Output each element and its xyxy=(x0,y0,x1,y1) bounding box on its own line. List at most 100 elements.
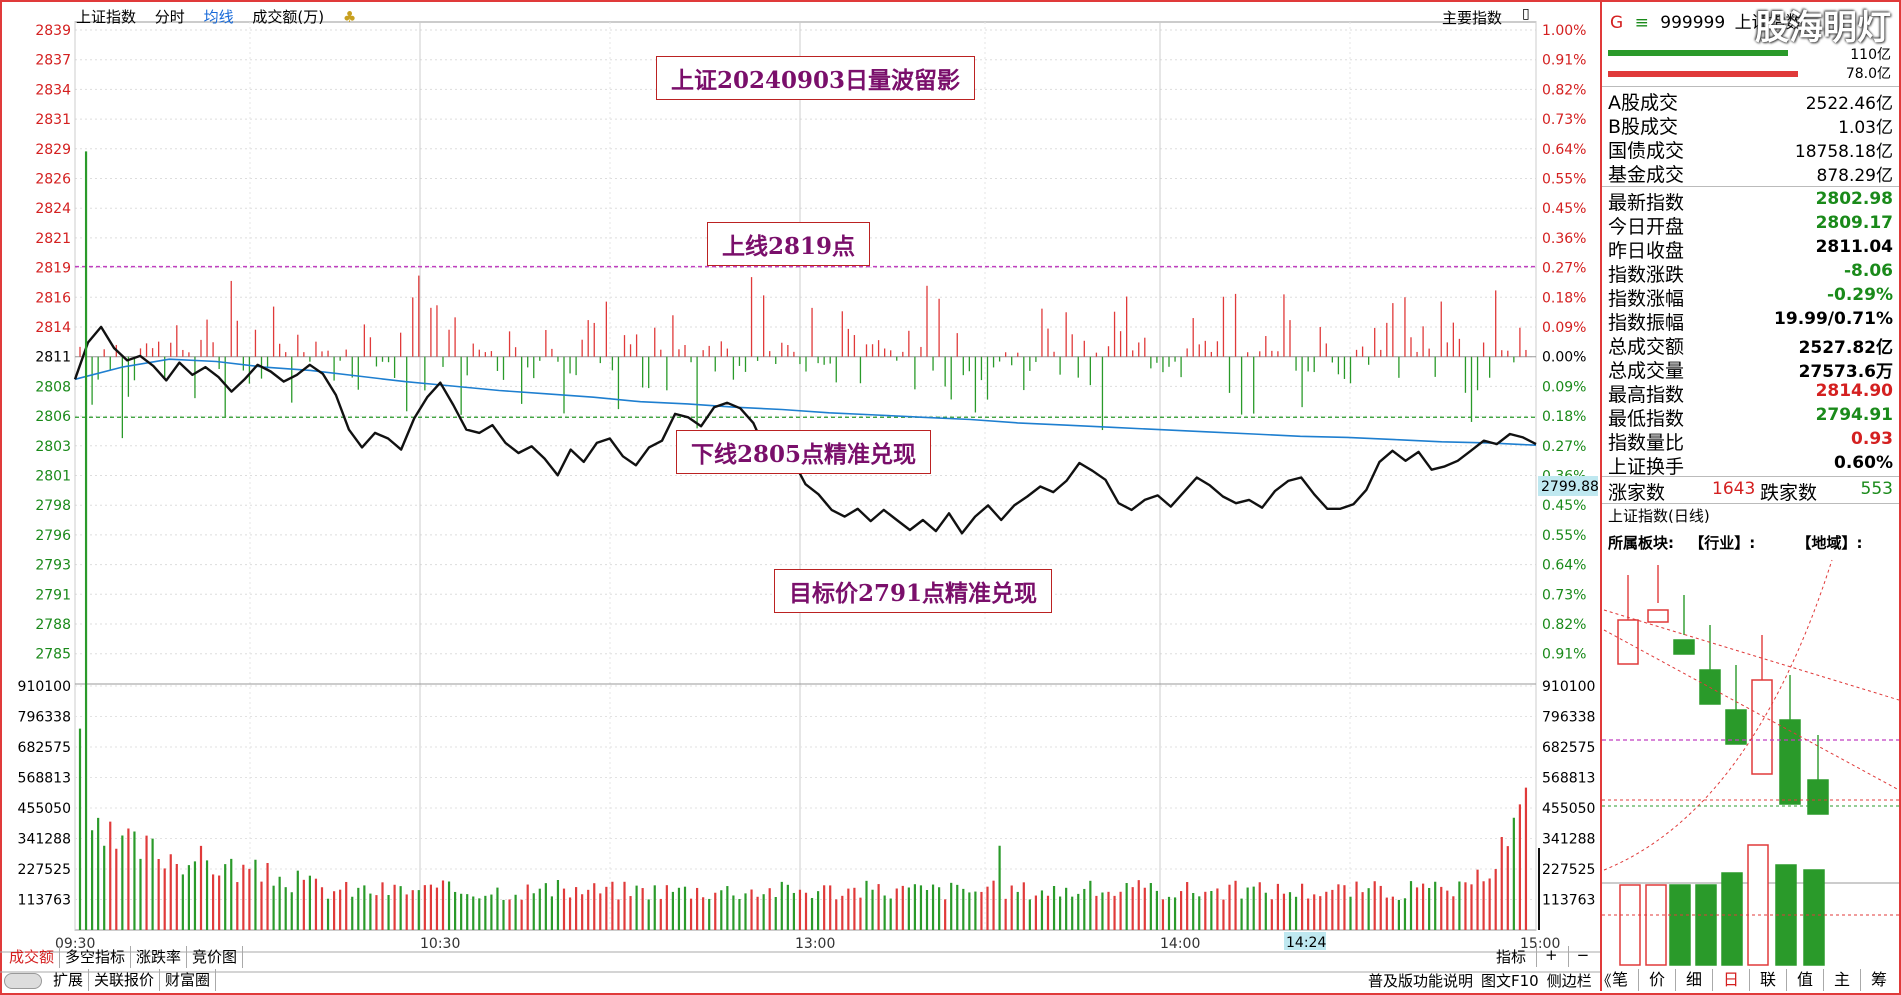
chart-header: 上证指数 分时 均线 成交额(万) ♣ xyxy=(76,6,370,27)
tab-jingjia[interactable]: 竞价图 xyxy=(187,946,244,968)
tab-zhangdie[interactable]: 涨跌率 xyxy=(131,946,188,968)
vol-tick: 568813 xyxy=(18,771,71,787)
stat-row: 上证换手 0.60% xyxy=(1608,453,1893,478)
kline-volume-bar xyxy=(1669,884,1691,966)
wealth-circle-button[interactable]: 财富圈 xyxy=(160,969,217,991)
svg-text:14:24: 14:24 xyxy=(1286,935,1326,951)
vol-tick-right: 455050 xyxy=(1542,801,1595,817)
vol-tick-right: 910100 xyxy=(1542,679,1595,695)
price-tick: 2824 xyxy=(35,201,71,217)
tab-zhu[interactable]: 主 xyxy=(1824,969,1861,991)
price-tick: 2785 xyxy=(35,647,71,663)
kline-volume-bar xyxy=(1803,869,1825,966)
pct-tick: 0.00% xyxy=(1542,350,1586,366)
help-link[interactable]: 普及版功能说明 xyxy=(1368,970,1473,991)
price-tick: 2801 xyxy=(35,469,71,485)
pct-tick: 0.45% xyxy=(1542,498,1586,514)
tab-duokong[interactable]: 多空指标 xyxy=(60,946,132,968)
pct-tick: 0.91% xyxy=(1542,647,1586,663)
red-bar xyxy=(1608,71,1798,77)
pct-tick: 0.64% xyxy=(1542,558,1586,574)
stat-row: 指数振幅 19.99/0.71% xyxy=(1608,309,1893,334)
volume-label[interactable]: 成交额(万) xyxy=(252,8,324,26)
kline-volume-bar xyxy=(1619,884,1641,966)
main-index-button[interactable]: 主要指数 xyxy=(1442,7,1502,28)
pct-tick: 0.64% xyxy=(1542,142,1586,158)
annotation-title: 上证20240903日量波留影 xyxy=(656,56,976,100)
vol-tick-right: 796338 xyxy=(1542,710,1595,726)
pct-tick: 0.91% xyxy=(1542,53,1586,69)
indicator-button[interactable]: 指标 xyxy=(1496,946,1526,967)
vol-tick: 341288 xyxy=(18,832,71,848)
tab-lian[interactable]: 联 xyxy=(1750,969,1787,991)
stat-row: 总成交额 2527.82亿 xyxy=(1608,336,1893,358)
vol-tick: 455050 xyxy=(18,801,71,817)
indicator-controls: 指标 + − xyxy=(1496,946,1589,967)
price-tick: 2816 xyxy=(35,290,71,306)
expand-button[interactable]: 扩展 xyxy=(48,969,90,991)
vol-tick: 682575 xyxy=(18,740,71,756)
price-tick: 2796 xyxy=(35,528,71,544)
list-icon[interactable]: ≡ xyxy=(1635,13,1649,33)
stat-row: 最高指数 2814.90 xyxy=(1608,381,1893,406)
price-tick: 2811 xyxy=(35,350,71,366)
tab-ri[interactable]: 日 xyxy=(1713,969,1750,991)
stat-row: 最新指数 2802.98 xyxy=(1608,189,1893,214)
pct-tick: 1.00% xyxy=(1542,23,1586,39)
stat-row: 指数量比 0.93 xyxy=(1608,429,1893,454)
price-tick: 2798 xyxy=(35,498,71,514)
tab-zhi[interactable]: 值 xyxy=(1787,969,1824,991)
daily-kline-chart[interactable] xyxy=(1602,550,1899,970)
vol-tick-right: 113763 xyxy=(1542,893,1595,909)
f10-link[interactable]: 图文F10 xyxy=(1481,970,1539,991)
stat-row: 指数涨幅 -0.29% xyxy=(1608,285,1893,310)
bell-icon[interactable]: ♣ xyxy=(343,8,356,26)
vol-tick-right: 568813 xyxy=(1542,771,1595,787)
price-tick: 2831 xyxy=(35,112,71,128)
panel-toggle-icon[interactable]: ▯ xyxy=(1522,6,1530,22)
price-tick: 2803 xyxy=(35,439,71,455)
turnover-row: 国债成交 18758.18亿 xyxy=(1608,140,1893,162)
pct-tick: 0.27% xyxy=(1542,261,1586,277)
mode-junxian[interactable]: 均线 xyxy=(204,8,234,26)
right-bottom-tabs: 笔 价 细 日 联 值 主 筹 xyxy=(1602,969,1897,991)
time-tick: 13:00 xyxy=(795,936,835,952)
tab-chou[interactable]: 筹 xyxy=(1861,969,1897,991)
tab-jia[interactable]: 价 xyxy=(1639,969,1676,991)
pct-tick: 0.82% xyxy=(1542,617,1586,633)
vol-tick-right: 341288 xyxy=(1542,832,1595,848)
time-tick: 10:30 xyxy=(420,936,460,952)
intraday-chart[interactable]: 2839 1.00% 2837 0.91% 2834 0.82% 2831 0.73% 2829… xyxy=(0,0,1600,995)
minus-button[interactable]: − xyxy=(1567,946,1589,967)
cursor-time-tag: 14:24 xyxy=(1284,932,1326,951)
tab-volume[interactable]: 成交额 xyxy=(4,946,61,968)
tab-bi[interactable]: 笔 xyxy=(1602,969,1639,991)
vol-tick-right: 227525 xyxy=(1542,862,1595,878)
stat-row: 今日开盘 2809.17 xyxy=(1608,213,1893,238)
price-tick: 2829 xyxy=(35,142,71,158)
vol-tick: 227525 xyxy=(18,862,71,878)
vol-tick: 113763 xyxy=(18,893,71,909)
current-price-tag: 2799.88 xyxy=(1538,476,1599,496)
rise-fall-row: 涨家数 1643 跌家数 553 xyxy=(1608,479,1893,504)
bottom-tabs: 成交额 多空指标 涨跌率 竞价图 xyxy=(4,946,244,968)
turnover-row: B股成交 1.03亿 xyxy=(1608,116,1893,138)
svg-text:2799.88: 2799.88 xyxy=(1541,479,1599,495)
price-tick: 2837 xyxy=(35,53,71,69)
mode-fenshi[interactable]: 分时 xyxy=(155,8,185,26)
plus-button[interactable]: + xyxy=(1536,946,1558,967)
vol-tick: 910100 xyxy=(18,679,71,695)
pct-tick: 0.45% xyxy=(1542,201,1586,217)
kline-volume-bar xyxy=(1721,872,1743,966)
tab-xi[interactable]: 细 xyxy=(1676,969,1713,991)
price-tick: 2814 xyxy=(35,320,71,336)
right-panel: G ≡ 999999 上证指数 股海明灯 110亿 78.0亿 A股成交 2522… xyxy=(1600,0,1899,991)
kline-candle xyxy=(1779,719,1801,805)
price-tick: 2819 xyxy=(35,261,71,277)
toggle-icon[interactable] xyxy=(4,972,42,989)
related-quote-button[interactable]: 关联报价 xyxy=(89,969,161,991)
pct-tick: 0.09% xyxy=(1542,320,1586,336)
pct-tick: 0.73% xyxy=(1542,587,1586,603)
price-tick: 2788 xyxy=(35,617,71,633)
pct-tick: 0.82% xyxy=(1542,82,1586,98)
